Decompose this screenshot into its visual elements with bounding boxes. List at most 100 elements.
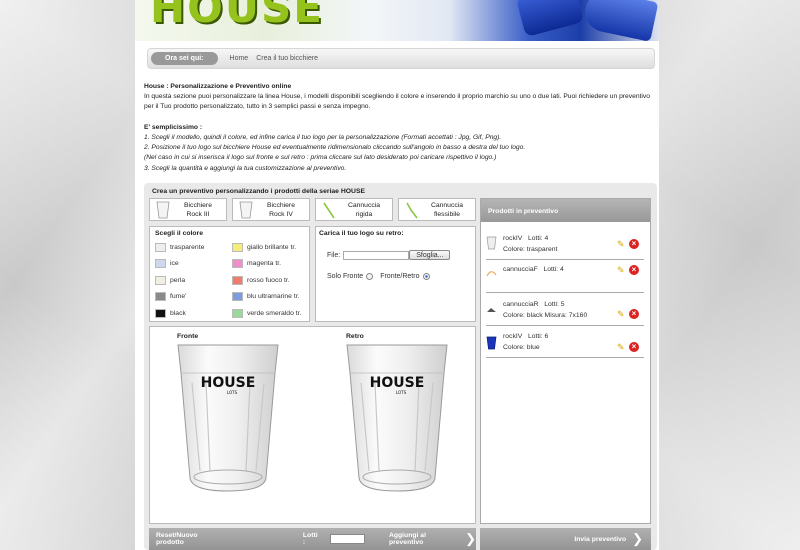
- glass-clear-icon: [486, 236, 497, 250]
- cart-item-name: cannucciaR: [503, 301, 539, 308]
- product-name: Cannuccia: [430, 201, 464, 209]
- cart-item-lots: Lotti: 4: [543, 266, 564, 273]
- breadcrumb-home-link[interactable]: Home: [230, 55, 249, 62]
- product-name: Cannuccia: [347, 201, 381, 209]
- product-straw-flexible[interactable]: Cannuccia flessibile: [398, 198, 476, 221]
- product-straw-rigid[interactable]: Cannuccia rigida: [315, 198, 393, 221]
- cart-item: cannucciaR Lotti: 5 Colore: black Misura:…: [486, 293, 644, 326]
- cart-item-color: Colore: trasparent: [503, 245, 558, 253]
- browse-button[interactable]: Sfoglia...: [409, 250, 451, 260]
- color-swatch-icon: [232, 292, 243, 302]
- color-option[interactable]: rosso fuoco tr.: [232, 272, 312, 289]
- edit-pencil-icon[interactable]: ✎: [617, 342, 627, 352]
- color-label: ice: [170, 260, 179, 268]
- color-option[interactable]: perla: [155, 272, 232, 289]
- color-option[interactable]: fume': [155, 289, 232, 306]
- delete-icon[interactable]: ×: [629, 265, 639, 275]
- reset-button[interactable]: Reset/Nuovo prodotto: [156, 532, 225, 546]
- action-bar: Reset/Nuovo prodotto Lotti : Aggiungi al…: [149, 528, 476, 550]
- cart-item: rockIV Lotti: 6 Colore: blue ✎ ×: [486, 326, 644, 358]
- file-path-input[interactable]: [343, 250, 410, 260]
- arrow-right-icon: ❯: [465, 531, 476, 546]
- cart-item-lots: Lotti: 4: [527, 235, 549, 242]
- glass-logo-sub: LOTS: [227, 390, 238, 395]
- product-rock-iv[interactable]: Bicchiere Rock IV: [232, 198, 310, 221]
- color-label: black: [170, 309, 186, 317]
- product-model: Rock III: [186, 210, 210, 218]
- glass-logo: HOUSE: [201, 375, 256, 391]
- glass-back-preview[interactable]: HOUSE LOTS: [343, 343, 451, 495]
- straw-orange-icon: [486, 271, 497, 277]
- front-only-label: Solo Fronte: [327, 273, 364, 280]
- product-rock-iii[interactable]: Bicchiere Rock III: [149, 198, 227, 221]
- blue-glass-image: [515, 0, 585, 38]
- intro-step-3: 3. Scegli la quantità e aggiungi la tua …: [144, 164, 347, 172]
- color-label: fume': [170, 293, 187, 301]
- front-only-radio[interactable]: [366, 273, 374, 280]
- color-label: magenta tr.: [247, 260, 282, 268]
- edit-pencil-icon[interactable]: ✎: [617, 239, 627, 249]
- file-label: File:: [327, 251, 341, 259]
- product-name: Bicchiere: [184, 201, 212, 209]
- product-model: rigida: [355, 210, 373, 218]
- front-back-radio[interactable]: [423, 273, 431, 280]
- color-label: giallo brillante tr.: [247, 243, 297, 251]
- color-label: trasparente: [170, 243, 205, 251]
- intro-title: House : Personalizzazione e Preventivo o…: [144, 83, 292, 90]
- color-panel: Scegli il colore trasparente giallo brill…: [149, 226, 310, 322]
- color-option[interactable]: magenta tr.: [232, 256, 312, 273]
- intro-text: House : Personalizzazione e Preventivo o…: [144, 82, 659, 174]
- breadcrumb-label: Ora sei qui:: [151, 52, 218, 65]
- straw-flexible-icon: [406, 202, 418, 218]
- color-swatch-icon: [232, 308, 243, 318]
- straw-green-icon: [323, 202, 335, 218]
- send-quote-label: Invia preventivo: [574, 535, 627, 543]
- cart-item-name: rockIV: [503, 235, 523, 242]
- color-swatch-icon: [232, 242, 243, 252]
- intro-paragraph: In questa sezione puoi personalizzare la…: [144, 93, 650, 111]
- cart-item-lots: Lotti: 6: [527, 333, 549, 340]
- edit-pencil-icon[interactable]: ✎: [617, 265, 627, 275]
- color-option[interactable]: ice: [155, 256, 232, 273]
- lots-label: Lotti :: [302, 532, 318, 546]
- header-banner: HOUSE: [135, 0, 659, 41]
- glass-thumb-icon: [239, 201, 253, 218]
- color-swatch-icon: [232, 275, 243, 285]
- delete-icon[interactable]: ×: [629, 309, 639, 319]
- cart-item-lots: Lotti: 5: [544, 301, 565, 308]
- lots-input[interactable]: [330, 534, 365, 544]
- product-model: flessibile: [433, 210, 461, 218]
- color-option[interactable]: giallo brillante tr.: [232, 239, 312, 256]
- add-to-quote-button[interactable]: Aggiungi al preventivo ❯: [389, 531, 476, 547]
- send-quote-button[interactable]: Invia preventivo ❯: [574, 531, 643, 547]
- color-option[interactable]: blu ultramarine tr.: [232, 289, 312, 306]
- front-back-label: Fronte/Retro: [380, 273, 420, 280]
- edit-pencil-icon[interactable]: ✎: [617, 309, 627, 319]
- color-swatch-icon: [155, 259, 166, 269]
- color-swatch-icon: [155, 275, 166, 285]
- product-model: Rock IV: [269, 210, 293, 218]
- color-option[interactable]: trasparente: [155, 239, 232, 256]
- straw-black-icon: [487, 308, 496, 312]
- glass-front-preview[interactable]: HOUSE LOTS: [174, 343, 282, 495]
- color-option[interactable]: verde smeraldo tr.: [232, 305, 312, 322]
- add-to-quote-label: Aggiungi al preventivo: [388, 532, 426, 546]
- delete-icon[interactable]: ×: [629, 239, 639, 249]
- intro-step-2-note: (Nel caso in cui si inserisca il logo su…: [144, 154, 497, 162]
- color-swatch-icon: [155, 292, 166, 302]
- cart-item: rockIV Lotti: 4 Colore: trasparent ✎ ×: [486, 227, 644, 260]
- intro-easy-heading: E' semplicissimo :: [144, 123, 203, 131]
- delete-icon[interactable]: ×: [629, 342, 639, 352]
- cart-item-color: Colore: blue: [503, 343, 540, 351]
- color-swatch-icon: [155, 242, 166, 252]
- brand-logo: HOUSE: [150, 0, 324, 32]
- logo-upload-panel: Carica il tuo logo su retro: File: Sfogl…: [315, 226, 476, 322]
- color-swatch-icon: [155, 308, 166, 318]
- color-panel-title: Scegli il colore: [155, 230, 203, 237]
- color-label: verde smeraldo tr.: [247, 309, 302, 317]
- intro-step-2: 2. Posizione il tuo logo sul bicchiere H…: [144, 144, 526, 152]
- color-option[interactable]: black: [155, 305, 232, 322]
- upload-title: Carica il tuo logo su retro:: [319, 230, 404, 237]
- glass-logo-sub: LOTS: [396, 390, 407, 395]
- color-label: rosso fuoco tr.: [247, 276, 290, 284]
